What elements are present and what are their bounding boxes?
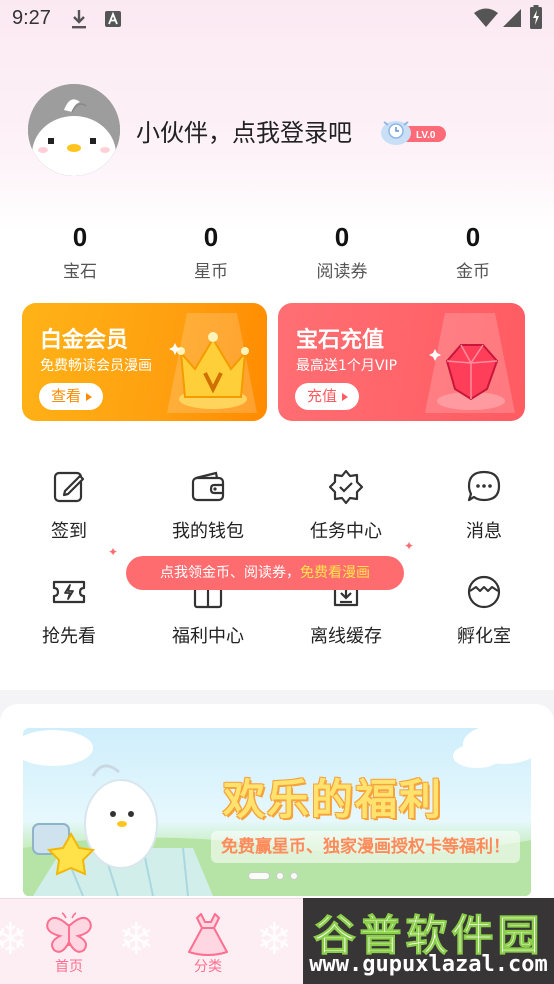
download-status-icon (72, 10, 86, 29)
stat-value: 0 (203, 222, 219, 252)
grid-label: 消息 (466, 521, 502, 542)
watermark: 谷普软件园 www.gupuxlazal.com (303, 898, 554, 984)
view-button[interactable]: 查看 (39, 383, 104, 410)
watermark-url: www.gupuxlazal.com (309, 952, 548, 977)
edit-icon (53, 471, 85, 503)
triangle-right-icon (86, 392, 93, 401)
tab-home[interactable]: 首页 (19, 898, 119, 976)
stat-value: 0 (465, 222, 481, 252)
level-clock-icon: LV.0 (381, 121, 446, 145)
stat-star-coins[interactable]: 0 星币 (156, 222, 266, 282)
signal-icon (503, 9, 521, 27)
chat-icon (467, 470, 501, 502)
grid-label: 福利中心 (172, 626, 244, 647)
pagination-dot[interactable] (290, 872, 298, 880)
level-badge: LV.0 (380, 116, 448, 150)
badge-check-icon (328, 469, 364, 505)
tooltip-highlight: 免费看漫画 (300, 565, 370, 581)
recharge-button[interactable]: 充值 (295, 383, 360, 410)
tab-label: 分类 (194, 959, 222, 975)
grid-label: 离线缓存 (310, 626, 382, 647)
recharge-button-label: 充值 (307, 387, 338, 405)
chick-avatar-icon (28, 84, 120, 176)
grid-label: 任务中心 (310, 521, 382, 542)
grid-label: 我的钱包 (172, 521, 244, 542)
egg-icon (467, 575, 501, 609)
card-title: 宝石充值 (296, 328, 385, 353)
grid-label: 孵化室 (457, 626, 511, 647)
stat-label: 金币 (456, 262, 490, 282)
crown-icon (167, 313, 257, 413)
grid-item-messages[interactable]: 消息 (419, 469, 549, 543)
triangle-right-icon (342, 392, 349, 401)
stat-value: 0 (72, 222, 88, 252)
banner-subtitle: 免费赢星币、独家漫画授权卡等福利！ (211, 831, 520, 863)
tab-label: 首页 (55, 959, 83, 975)
grid-item-task-center[interactable]: 任务中心 (281, 469, 411, 543)
stat-gems[interactable]: 0 宝石 (25, 222, 135, 282)
grid-item-sign-in[interactable]: 签到 (4, 469, 134, 543)
card-title: 白金会员 (40, 328, 129, 353)
butterfly-icon (46, 912, 92, 953)
card-subtitle: 免费畅读会员漫画 (40, 358, 152, 374)
stat-label: 宝石 (63, 262, 97, 282)
avatar[interactable] (28, 84, 120, 176)
snowflake-icon: ❄ (118, 914, 155, 965)
battery-icon (530, 5, 542, 29)
pagination-dot[interactable] (276, 872, 284, 880)
grid-item-wallet[interactable]: 我的钱包 (143, 469, 273, 543)
tab-category[interactable]: 分类 (158, 898, 258, 976)
wifi-icon (474, 8, 498, 27)
login-prompt[interactable]: 小伙伴，点我登录吧 (136, 113, 352, 148)
status-time: 9:27 (12, 7, 51, 29)
grid-item-early-access[interactable]: 抢先看 (4, 574, 134, 648)
wallet-icon (191, 471, 225, 502)
welfare-tooltip[interactable]: 点我领金币、阅读券，免费看漫画 (126, 556, 404, 590)
banner-title: 欢乐的福利 (223, 775, 444, 824)
tooltip-text: 点我领金币、阅读券， (160, 565, 300, 581)
banner-pagination[interactable] (248, 872, 298, 880)
stat-gold-coins[interactable]: 0 金币 (418, 222, 528, 282)
card-subtitle: 最高送1个月VIP (296, 358, 398, 374)
promo-banner[interactable]: 欢乐的福利 免费赢星币、独家漫画授权卡等福利！ (23, 728, 531, 896)
gem-recharge-card[interactable]: 宝石充值 最高送1个月VIP 充值 (278, 303, 525, 421)
font-status-icon (105, 11, 121, 27)
grid-label: 签到 (51, 521, 87, 542)
status-bar: 9:27 (0, 0, 554, 36)
dress-icon (188, 913, 228, 956)
stat-label: 星币 (194, 262, 228, 282)
ticket-icon (52, 580, 86, 604)
stat-value: 0 (334, 222, 350, 252)
stat-label: 阅读券 (316, 262, 368, 282)
view-button-label: 查看 (51, 387, 82, 405)
grid-label: 抢先看 (42, 626, 96, 647)
level-text: LV.0 (416, 130, 436, 141)
pagination-dot-active[interactable] (248, 872, 270, 880)
snowflake-icon: ❄ (256, 914, 293, 965)
sparkle-icon: ✦ (404, 539, 415, 553)
stat-reading-vouchers[interactable]: 0 阅读券 (287, 222, 397, 282)
platinum-member-card[interactable]: 白金会员 免费畅读会员漫画 查看 (22, 303, 267, 421)
sparkle-icon: ✦ (108, 545, 119, 559)
grid-item-incubator[interactable]: 孵化室 (419, 574, 549, 648)
gem-icon (425, 313, 515, 413)
